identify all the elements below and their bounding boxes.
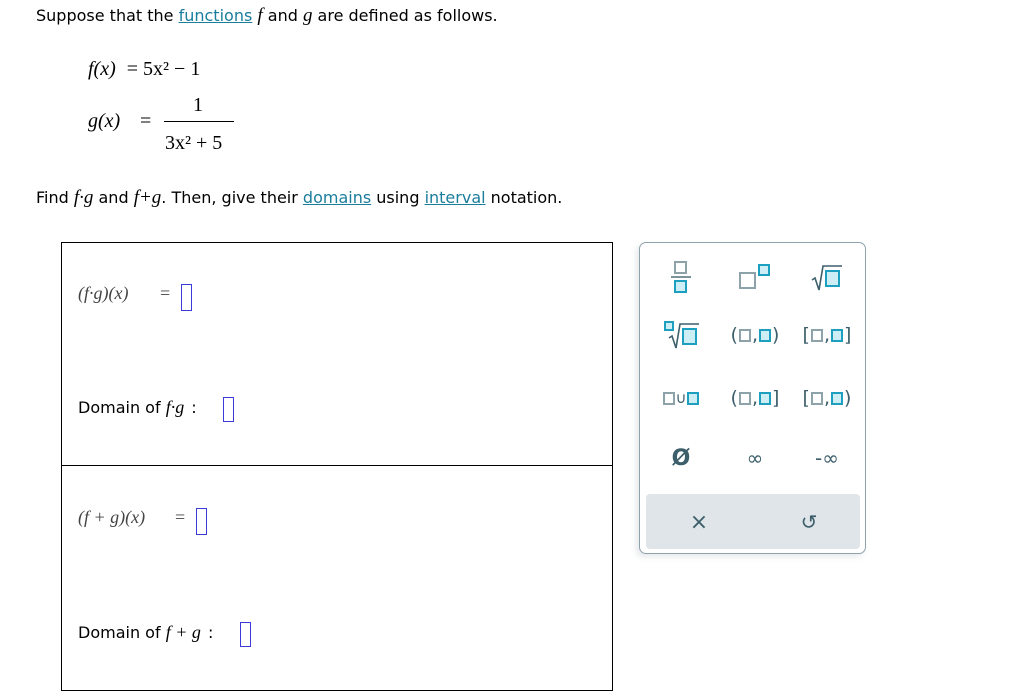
- g-denominator: 3x² + 5: [165, 132, 223, 154]
- product-answer-panel: [61, 242, 613, 466]
- sum-domain-row: Domain of f + g :: [78, 622, 213, 643]
- union-key[interactable]: ∪: [651, 378, 711, 418]
- nth-root-key[interactable]: [651, 315, 711, 355]
- product-domain-label: Domain of: [78, 398, 166, 417]
- product-equals: =: [160, 283, 171, 303]
- g-numerator: 1: [193, 94, 203, 116]
- fraction-key[interactable]: [651, 257, 711, 297]
- open-closed-interval-icon: (,]: [730, 387, 780, 409]
- union-icon: ∪: [662, 389, 700, 407]
- infinity-key[interactable]: ∞: [725, 438, 785, 478]
- square-root-icon: [811, 262, 843, 292]
- instruction-suffix: notation.: [485, 188, 563, 207]
- instruction-fg: f·g: [73, 187, 94, 208]
- f-rhs: = 5x² − 1: [126, 58, 201, 80]
- instruction-and: and: [93, 188, 134, 207]
- empty-set-key[interactable]: Ø: [651, 438, 711, 478]
- nth-root-icon: [663, 320, 699, 350]
- g-lhs: g(x): [88, 110, 121, 132]
- closed-closed-interval-icon: [,]: [802, 324, 852, 346]
- domains-link[interactable]: domains: [303, 188, 371, 207]
- product-domain-row: Domain of f·g :: [78, 397, 197, 418]
- closed-open-interval-icon: [,): [802, 387, 852, 409]
- product-domain-expr: f·g: [165, 397, 185, 417]
- product-domain-input[interactable]: [223, 397, 234, 422]
- empty-set-icon: Ø: [671, 445, 691, 471]
- sum-domain-label: Domain of: [78, 623, 166, 642]
- undo-button[interactable]: ↺: [779, 502, 839, 542]
- exponent-icon: [739, 262, 771, 292]
- instruction-using: using: [371, 188, 425, 207]
- sum-answer-panel: [61, 465, 613, 691]
- g-equals: =: [140, 110, 152, 132]
- sum-equals: =: [175, 507, 186, 527]
- functions-link[interactable]: functions: [179, 6, 253, 25]
- product-answer-input[interactable]: [181, 284, 192, 311]
- open-open-interval-key[interactable]: (,): [725, 315, 785, 355]
- f-definition: f(x) = 5x² − 1: [88, 58, 200, 81]
- square-root-key[interactable]: [797, 257, 857, 297]
- undo-icon: ↺: [800, 510, 818, 534]
- intro-and: and: [262, 6, 303, 25]
- sum-label: (f + g)(x): [78, 507, 146, 527]
- fraction-bar: [164, 121, 234, 122]
- f-lhs: f(x): [88, 58, 116, 80]
- clear-button[interactable]: ×: [669, 502, 729, 542]
- instruction-find: Find: [36, 188, 74, 207]
- instruction: Find f·g and f+g. Then, give their domai…: [36, 187, 562, 209]
- closed-closed-interval-key[interactable]: [,]: [797, 315, 857, 355]
- negative-infinity-key[interactable]: -∞: [797, 438, 857, 478]
- sum-domain-input[interactable]: [240, 622, 251, 647]
- intro-suffix: are defined as follows.: [312, 6, 498, 25]
- product-domain-colon: :: [191, 398, 197, 417]
- sum-domain-colon: :: [207, 623, 214, 642]
- exponent-key[interactable]: [725, 257, 785, 297]
- fraction-icon: [671, 259, 691, 295]
- sum-domain-expr: f + g: [165, 622, 201, 642]
- instruction-middle: . Then, give their: [161, 188, 303, 207]
- close-icon: ×: [689, 509, 709, 535]
- infinity-icon: ∞: [746, 446, 764, 470]
- intro-text: Suppose that the: [36, 6, 179, 25]
- open-open-interval-icon: (,): [730, 324, 780, 346]
- open-closed-interval-key[interactable]: (,]: [725, 378, 785, 418]
- keypad-action-bar: × ↺: [646, 494, 860, 549]
- math-keypad: (,) [,] ∪ (,] [,) Ø ∞ -∞ × ↺: [639, 242, 866, 554]
- negative-infinity-icon: -∞: [815, 446, 839, 470]
- instruction-fplusg: f+g: [133, 187, 162, 208]
- product-label: (f·g)(x): [78, 283, 129, 303]
- intro-sentence: Suppose that the functions f and g are d…: [36, 5, 498, 27]
- sum-answer-input[interactable]: [196, 508, 207, 535]
- closed-open-interval-key[interactable]: [,): [797, 378, 857, 418]
- interval-link[interactable]: interval: [425, 188, 486, 207]
